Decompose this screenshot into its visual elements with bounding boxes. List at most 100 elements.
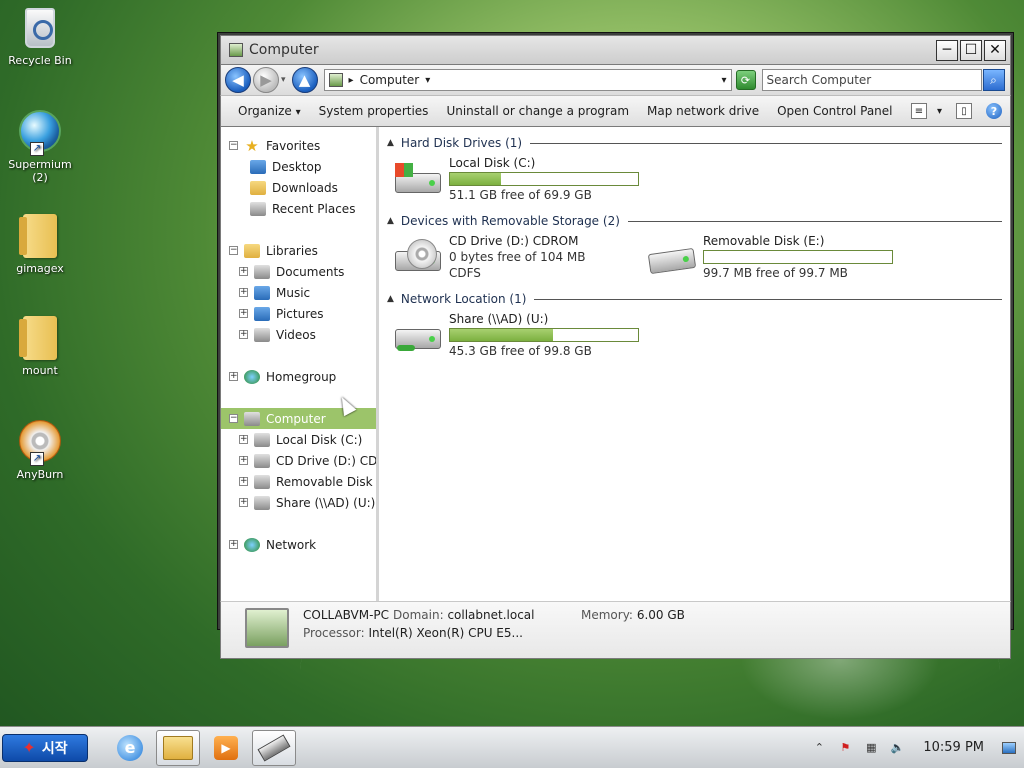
expand-icon[interactable]: +: [229, 372, 238, 381]
up-button[interactable]: ▲: [291, 67, 318, 93]
desktop-icon-recycle-bin[interactable]: Recycle Bin: [2, 6, 78, 67]
back-button[interactable]: ◀: [225, 67, 251, 93]
command-bar: Organize ▾ System properties Uninstall o…: [220, 95, 1011, 127]
show-desktop-button[interactable]: [1002, 741, 1016, 754]
supermium-browser-icon: ↗: [18, 110, 62, 156]
collapse-triangle-icon: ▲: [387, 138, 394, 148]
nav-videos[interactable]: + Videos: [221, 324, 376, 345]
music-icon: [254, 285, 270, 300]
drive-local-disk-c[interactable]: Local Disk (C:) 51.1 GB free of 69.9 GB: [395, 155, 639, 203]
start-button[interactable]: ✦ 시작: [2, 733, 88, 762]
nav-downloads[interactable]: Downloads: [221, 177, 376, 198]
group-header-removable-storage[interactable]: ▲ Devices with Removable Storage (2): [387, 211, 1002, 231]
drive-name: CD Drive (D:) CDROM: [449, 234, 579, 248]
taskbar-usb-app[interactable]: [252, 729, 296, 766]
desktop-icon-label: gimagex: [16, 262, 64, 275]
organize-menu[interactable]: Organize ▾: [229, 104, 310, 118]
maximize-button[interactable]: ☐: [960, 39, 982, 61]
shortcut-arrow-icon: ↗: [30, 142, 44, 156]
map-network-drive-button[interactable]: Map network drive: [638, 104, 768, 118]
collapse-icon[interactable]: −: [229, 414, 238, 423]
show-hidden-icons-button[interactable]: ⌃: [811, 740, 827, 756]
expand-icon[interactable]: +: [239, 435, 248, 444]
change-view-icon: ≡: [910, 103, 927, 119]
nav-recent-places[interactable]: Recent Places: [221, 198, 376, 219]
computer-icon: [229, 43, 243, 57]
desktop-icon-gimagex[interactable]: gimagex: [2, 214, 78, 275]
drive-share-u[interactable]: Share (\\AD) (U:) 45.3 GB free of 99.8 G…: [395, 311, 639, 359]
nav-removable-disk[interactable]: + Removable Disk (E:): [221, 471, 376, 492]
drive-cd-d[interactable]: CD Drive (D:) CDROM 0 bytes free of 104 …: [395, 233, 585, 281]
drive-usage-bar: [449, 328, 639, 342]
network-status-icon[interactable]: ▦: [863, 740, 879, 756]
help-icon[interactable]: ?: [986, 103, 1002, 119]
collapse-triangle-icon: ▲: [387, 294, 394, 304]
taskbar-internet-explorer[interactable]: e: [108, 730, 152, 766]
expand-icon[interactable]: +: [239, 309, 248, 318]
address-bar[interactable]: ▸ Computer ▾ ▾: [323, 69, 732, 91]
close-button[interactable]: ✕: [984, 39, 1006, 61]
desktop-icon-mount[interactable]: mount: [2, 316, 78, 377]
action-center-warning-icon[interactable]: ⚑: [837, 740, 853, 756]
chevron-down-icon: ▾: [295, 107, 301, 118]
nav-share[interactable]: + Share (\\AD) (U:): [221, 492, 376, 513]
nav-libraries[interactable]: − Libraries: [221, 240, 376, 261]
expand-icon[interactable]: +: [239, 477, 248, 486]
expand-icon[interactable]: +: [239, 288, 248, 297]
navigation-bar: ◀ ▶ ▾ ▲ ▸ Computer ▾ ▾ ⟳ Search Computer…: [220, 65, 1011, 95]
expand-icon[interactable]: +: [239, 456, 248, 465]
volume-muted-icon[interactable]: 🔈: [889, 740, 905, 756]
nav-local-disk[interactable]: + Local Disk (C:): [221, 429, 376, 450]
view-options-button[interactable]: ≡ ▾: [910, 103, 942, 119]
nav-desktop[interactable]: Desktop: [221, 156, 376, 177]
search-input[interactable]: Search Computer: [761, 69, 982, 91]
address-dropdown-icon[interactable]: ▾: [722, 75, 727, 86]
expand-icon[interactable]: +: [239, 330, 248, 339]
breadcrumb-computer[interactable]: Computer: [360, 73, 420, 87]
network-icon: [244, 537, 260, 552]
expand-icon[interactable]: +: [239, 498, 248, 507]
expand-icon[interactable]: +: [239, 267, 248, 276]
collapse-icon[interactable]: −: [229, 141, 238, 150]
system-properties-button[interactable]: System properties: [310, 104, 438, 118]
breadcrumb-dropdown-icon[interactable]: ▾: [425, 75, 430, 86]
nav-pictures[interactable]: + Pictures: [221, 303, 376, 324]
nav-music[interactable]: + Music: [221, 282, 376, 303]
drive-filesystem: CDFS: [449, 266, 481, 280]
group-header-network-location[interactable]: ▲ Network Location (1): [387, 289, 1002, 309]
history-dropdown-icon[interactable]: ▾: [281, 75, 286, 85]
taskbar-media-player[interactable]: ▶: [204, 730, 248, 766]
title-bar[interactable]: Computer ─ ☐ ✕: [220, 35, 1011, 65]
taskbar: ✦ 시작 e ▶ ⌃ ⚑ ▦ 🔈 10:59 PM: [0, 726, 1024, 768]
nav-homegroup[interactable]: + Homegroup: [221, 366, 376, 387]
drive-free-space: 51.1 GB free of 69.9 GB: [449, 188, 592, 202]
group-header-hard-disk-drives[interactable]: ▲ Hard Disk Drives (1): [387, 133, 1002, 153]
content-pane[interactable]: ▲ Hard Disk Drives (1) Local Disk (C:) 5…: [379, 127, 1010, 601]
drive-name: Share (\\AD) (U:): [449, 312, 549, 326]
navigation-pane[interactable]: − ★ Favorites Desktop Downloads Recent P…: [221, 127, 379, 601]
search-icon[interactable]: ⌕: [982, 69, 1005, 91]
nav-cd-drive[interactable]: + CD Drive (D:) CDROM: [221, 450, 376, 471]
collapse-icon[interactable]: −: [229, 246, 238, 255]
uninstall-program-button[interactable]: Uninstall or change a program: [437, 104, 638, 118]
drive-removable-e[interactable]: Removable Disk (E:) 99.7 MB free of 99.7…: [647, 233, 893, 281]
nav-network[interactable]: + Network: [221, 534, 376, 555]
open-control-panel-button[interactable]: Open Control Panel: [768, 104, 901, 118]
nav-documents[interactable]: + Documents: [221, 261, 376, 282]
refresh-button[interactable]: ⟳: [735, 70, 756, 90]
cd-drive-icon: [254, 453, 270, 468]
domain-value: collabnet.local: [447, 608, 535, 622]
nav-favorites[interactable]: − ★ Favorites: [221, 135, 376, 156]
breadcrumb-arrow-icon[interactable]: ▸: [349, 75, 354, 86]
drive-usage-bar: [449, 172, 639, 186]
removable-disk-icon: [647, 241, 697, 281]
taskbar-windows-explorer[interactable]: [156, 729, 200, 766]
minimize-button[interactable]: ─: [936, 39, 958, 61]
clock[interactable]: 10:59 PM: [923, 740, 984, 755]
desktop-icon-anyburn[interactable]: ↗ AnyBurn: [2, 420, 78, 481]
forward-button[interactable]: ▶: [253, 67, 279, 93]
expand-icon[interactable]: +: [229, 540, 238, 549]
processor-label: Processor:: [303, 626, 365, 640]
preview-pane-button[interactable]: ▯: [956, 103, 972, 119]
desktop-icon-supermium[interactable]: ↗ Supermium (2): [2, 110, 78, 184]
